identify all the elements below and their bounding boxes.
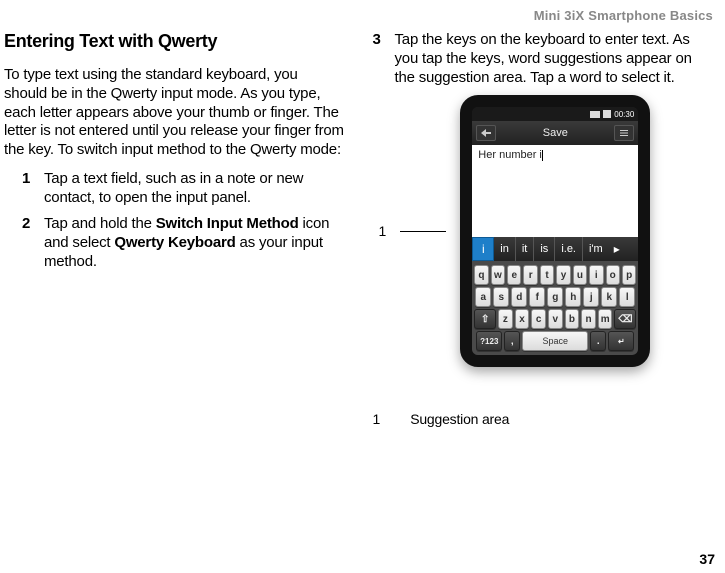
key-enter[interactable]: ↵ — [608, 331, 634, 351]
step-number: 3 — [373, 31, 381, 50]
key-r[interactable]: r — [523, 265, 537, 285]
key-y[interactable]: y — [556, 265, 570, 285]
callout-leader-line — [400, 231, 446, 232]
key-h[interactable]: h — [565, 287, 581, 307]
qwerty-keyboard-label: Qwerty Keyboard — [114, 234, 235, 251]
step-number: 2 — [22, 215, 30, 234]
key-t[interactable]: t — [540, 265, 554, 285]
key-x[interactable]: x — [515, 309, 530, 329]
key-g[interactable]: g — [547, 287, 563, 307]
keyboard: q w e r t y u i o p a — [472, 261, 638, 355]
suggestion-item[interactable]: i.e. — [555, 237, 583, 261]
back-icon — [481, 129, 491, 137]
key-n[interactable]: n — [581, 309, 596, 329]
suggestion-item[interactable]: i'm — [583, 237, 609, 261]
keyboard-row-1: q w e r t y u i o p — [474, 265, 636, 285]
switch-input-method-label: Switch Input Method — [156, 215, 299, 232]
keyboard-row-4: ?123 , Space . ↵ — [474, 331, 636, 351]
suggestion-item[interactable]: it — [516, 237, 535, 261]
titlebar-label: Save — [543, 127, 568, 139]
key-w[interactable]: w — [491, 265, 505, 285]
suggestion-selected[interactable]: i — [472, 237, 494, 261]
status-bar: 00:30 — [472, 107, 638, 121]
key-i[interactable]: i — [589, 265, 603, 285]
battery-icon — [603, 110, 611, 118]
callout-number: 1 — [379, 223, 387, 239]
keyboard-row-3: ⇧ z x c v b n m ⌫ — [474, 309, 636, 329]
step-text: Tap a text field, such as in a note or n… — [44, 170, 303, 206]
key-a[interactable]: a — [475, 287, 491, 307]
key-e[interactable]: e — [507, 265, 521, 285]
left-column: Entering Text with Qwerty To type text u… — [4, 31, 345, 427]
phone-figure: 1 00:30 Save — [379, 95, 714, 367]
key-k[interactable]: k — [601, 287, 617, 307]
suggestion-item[interactable]: is — [534, 237, 555, 261]
page-number: 37 — [699, 551, 715, 567]
step-number: 1 — [22, 170, 30, 189]
title-bar: Save — [472, 121, 638, 145]
two-column-layout: Entering Text with Qwerty To type text u… — [4, 31, 713, 427]
back-button[interactable] — [476, 125, 496, 141]
text-input-area[interactable]: Her number i — [472, 145, 638, 237]
right-column: 3 Tap the keys on the keyboard to enter … — [373, 31, 714, 427]
key-m[interactable]: m — [598, 309, 613, 329]
steps-list-left: 1 Tap a text field, such as in a note or… — [4, 170, 345, 272]
key-f[interactable]: f — [529, 287, 545, 307]
keyboard-row-2: a s d f g h j k l — [474, 287, 636, 307]
text-cursor — [542, 150, 543, 161]
key-d[interactable]: d — [511, 287, 527, 307]
key-shift[interactable]: ⇧ — [474, 309, 496, 329]
step-3: 3 Tap the keys on the keyboard to enter … — [373, 31, 714, 87]
key-comma[interactable]: , — [504, 331, 520, 351]
footnote-text: Suggestion area — [410, 411, 509, 427]
key-period[interactable]: . — [590, 331, 606, 351]
key-mode-switch[interactable]: ?123 — [476, 331, 502, 351]
phone-mockup: 00:30 Save Her number i — [460, 95, 650, 367]
key-s[interactable]: s — [493, 287, 509, 307]
key-u[interactable]: u — [573, 265, 587, 285]
suggestion-item[interactable]: in — [494, 237, 516, 261]
figure-footnote: 1 Suggestion area — [373, 411, 714, 427]
key-v[interactable]: v — [548, 309, 563, 329]
key-space[interactable]: Space — [522, 331, 588, 351]
suggestion-more-icon[interactable]: ▸ — [609, 242, 625, 256]
running-header: Mini 3iX Smartphone Basics — [4, 8, 713, 23]
key-j[interactable]: j — [583, 287, 599, 307]
step-text-part: Tap and hold the — [44, 215, 156, 232]
key-c[interactable]: c — [531, 309, 546, 329]
key-p[interactable]: p — [622, 265, 636, 285]
key-q[interactable]: q — [474, 265, 488, 285]
signal-icon — [590, 111, 600, 118]
key-z[interactable]: z — [498, 309, 513, 329]
key-o[interactable]: o — [606, 265, 620, 285]
menu-button[interactable] — [614, 125, 634, 141]
steps-list-right: 3 Tap the keys on the keyboard to enter … — [373, 31, 714, 87]
suggestion-bar: i in it is i.e. i'm ▸ — [472, 237, 638, 261]
key-backspace[interactable]: ⌫ — [614, 309, 636, 329]
step-2: 2 Tap and hold the Switch Input Method i… — [22, 215, 345, 271]
step-1: 1 Tap a text field, such as in a note or… — [22, 170, 345, 208]
intro-paragraph: To type text using the standard keyboard… — [4, 66, 345, 160]
section-heading: Entering Text with Qwerty — [4, 31, 345, 52]
step-text: Tap the keys on the keyboard to enter te… — [395, 31, 692, 86]
status-time: 00:30 — [614, 110, 634, 119]
entered-text: Her number i — [478, 149, 542, 161]
footnote-number: 1 — [373, 411, 407, 427]
menu-icon — [619, 129, 629, 137]
key-l[interactable]: l — [619, 287, 635, 307]
page: Mini 3iX Smartphone Basics Entering Text… — [0, 0, 725, 573]
key-b[interactable]: b — [565, 309, 580, 329]
